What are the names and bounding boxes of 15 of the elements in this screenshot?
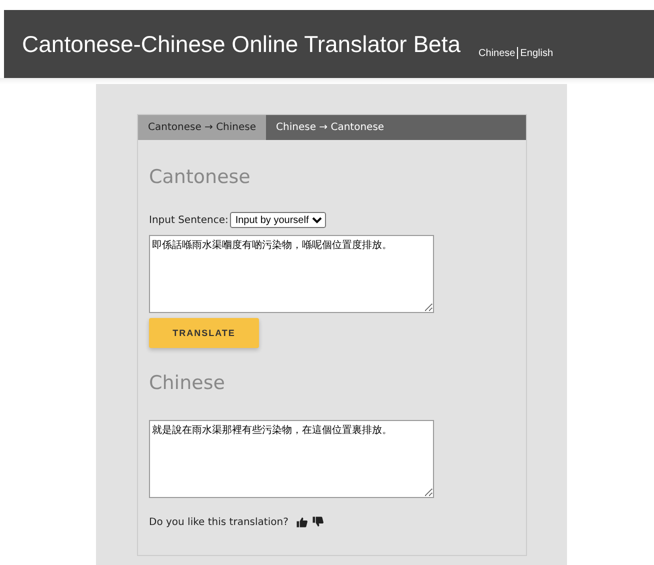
input-label: Input Sentence: bbox=[149, 214, 228, 226]
translate-button[interactable]: TRANSLATE bbox=[149, 318, 259, 348]
language-link[interactable]: Chinese bbox=[478, 48, 516, 58]
direction-tab[interactable]: Chinese → Cantonese bbox=[266, 115, 394, 140]
language-link[interactable]: English bbox=[520, 48, 554, 58]
feedback-question: Do you like this translation? bbox=[149, 516, 288, 528]
thumbs-down-icon[interactable] bbox=[312, 516, 324, 528]
section-heading: Cantonese bbox=[149, 166, 252, 188]
source-text-area[interactable]: 即係話喺雨水渠嗰度有啲污染物，喺呢個位置度排放。 bbox=[149, 235, 434, 313]
direction-tab[interactable]: Cantonese → Chinese bbox=[138, 115, 266, 140]
section-heading: Chinese bbox=[149, 372, 226, 394]
thumbs-up-icon[interactable] bbox=[296, 516, 308, 528]
site-title: Cantonese-Chinese Online Translator Beta bbox=[22, 30, 461, 58]
result-text-area[interactable]: 就是說在雨水渠那裡有些污染物，在這個位置裏排放。 bbox=[149, 420, 434, 498]
input-mode-select[interactable]: Input by yourself bbox=[230, 212, 326, 228]
